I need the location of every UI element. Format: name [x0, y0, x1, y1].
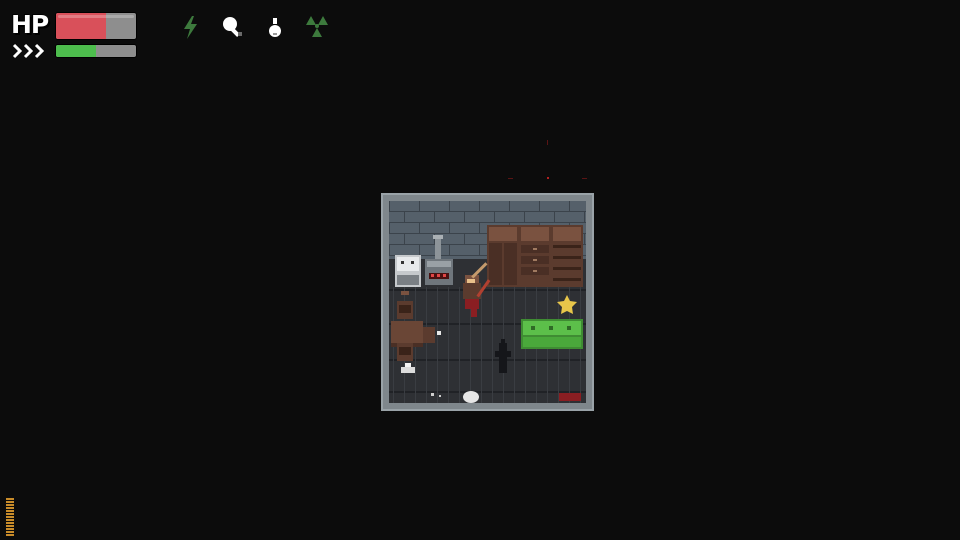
hp-label: HP: [11, 10, 49, 39]
status-effects: [177, 12, 331, 42]
sprint-chevrons-icon: [12, 43, 45, 59]
radiation-icon: [306, 16, 328, 37]
dresser: [519, 225, 551, 287]
potion-flask-icon: [269, 18, 281, 37]
lightning-icon: [184, 16, 197, 39]
room-scene: [381, 193, 594, 411]
health-bar: [55, 12, 137, 40]
hud: HP: [0, 0, 960, 80]
bookshelf: [551, 225, 583, 287]
bandage-icon: [223, 17, 242, 37]
ammo-strip-icon: [6, 498, 14, 536]
sofa: [521, 319, 583, 349]
room: [381, 193, 594, 411]
wardrobe: [487, 225, 519, 287]
aim-marker-icon: [508, 140, 587, 179]
stamina-bar: [55, 44, 137, 58]
stove: [395, 255, 421, 287]
stamina-bar-fill: [56, 45, 96, 57]
